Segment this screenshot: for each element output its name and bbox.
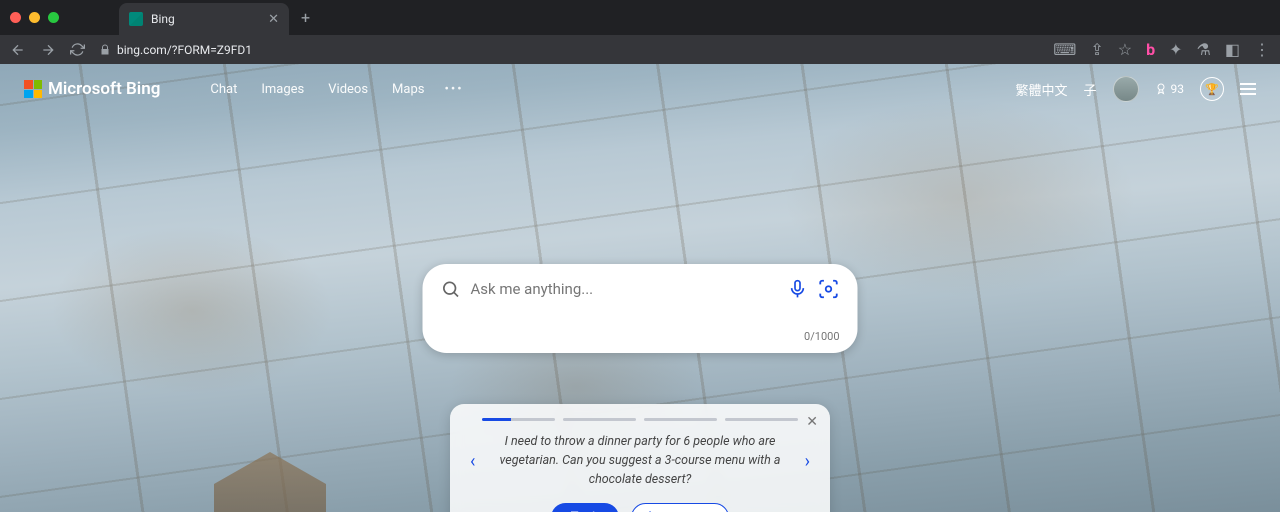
reload-button[interactable]	[70, 42, 85, 57]
microsoft-logo-icon	[24, 80, 42, 98]
promo-bar-1[interactable]	[482, 418, 555, 421]
search-icon	[441, 279, 461, 299]
bookmark-icon[interactable]: ☆	[1118, 40, 1132, 59]
bing-logo[interactable]: Microsoft Bing	[24, 79, 160, 99]
rewards-points[interactable]: 93	[1155, 82, 1185, 96]
browser-tab[interactable]: Bing ✕	[119, 3, 289, 35]
nav-chat[interactable]: Chat	[210, 82, 237, 97]
promo-text: I need to throw a dinner party for 6 peo…	[485, 433, 794, 489]
nav-links: Chat Images Videos Maps	[210, 82, 424, 97]
window-controls	[10, 12, 59, 23]
tab-title: Bing	[151, 12, 175, 26]
new-tab-button[interactable]: +	[301, 8, 310, 27]
chevron-left-icon[interactable]: ‹	[466, 447, 479, 476]
camera-search-icon[interactable]	[818, 278, 840, 300]
panel-icon[interactable]: ◧	[1225, 40, 1240, 59]
back-button[interactable]	[10, 42, 26, 58]
bing-header: Microsoft Bing Chat Images Videos Maps •…	[0, 64, 1280, 114]
url-text: bing.com/?FORM=Z9FD1	[117, 43, 252, 57]
promo-card: ✕ ‹ I need to throw a dinner party for 6…	[450, 404, 830, 512]
try-it-button[interactable]: Try it	[551, 503, 620, 512]
medal-icon	[1155, 83, 1167, 95]
extension-icons: ⌨ ⇪ ☆ b ✦ ⚗ ◧ ⋮	[1053, 40, 1270, 59]
search-box[interactable]: 0/1000	[423, 264, 858, 353]
extensions-icon[interactable]: ✦	[1169, 40, 1182, 59]
chevron-right-icon[interactable]: ›	[801, 447, 814, 476]
close-window-button[interactable]	[10, 12, 21, 23]
promo-progress	[466, 418, 814, 421]
browser-tabbar: Bing ✕ +	[0, 0, 1280, 35]
logo-text: Microsoft Bing	[48, 79, 160, 99]
avatar[interactable]	[1113, 76, 1139, 102]
nav-images[interactable]: Images	[261, 82, 304, 97]
hamburger-menu-icon[interactable]	[1240, 83, 1256, 95]
promo-bar-4[interactable]	[725, 418, 798, 421]
nav-more-icon[interactable]: •••	[444, 82, 463, 97]
bing-extension-icon[interactable]: b	[1146, 40, 1155, 59]
char-counter: 0/1000	[441, 330, 840, 343]
translate-icon[interactable]: ⌨	[1053, 40, 1076, 59]
tab-favicon	[129, 12, 143, 26]
close-icon[interactable]: ✕	[806, 414, 818, 430]
trophy-icon[interactable]: 🏆	[1200, 77, 1224, 101]
minimize-window-button[interactable]	[29, 12, 40, 23]
promo-bar-3[interactable]	[644, 418, 717, 421]
user-name-short[interactable]: 子	[1083, 80, 1096, 99]
address-bar[interactable]: bing.com/?FORM=Z9FD1	[99, 43, 252, 57]
browser-toolbar: bing.com/?FORM=Z9FD1 ⌨ ⇪ ☆ b ✦ ⚗ ◧ ⋮	[0, 35, 1280, 64]
lock-icon	[99, 44, 111, 56]
nav-maps[interactable]: Maps	[392, 82, 424, 97]
nav-videos[interactable]: Videos	[328, 82, 368, 97]
close-tab-icon[interactable]: ✕	[268, 12, 279, 27]
page-content: Microsoft Bing Chat Images Videos Maps •…	[0, 64, 1280, 512]
menu-icon[interactable]: ⋮	[1254, 40, 1270, 59]
promo-bar-2[interactable]	[563, 418, 636, 421]
search-input[interactable]	[471, 280, 778, 298]
flask-icon[interactable]: ⚗	[1197, 40, 1211, 59]
learn-more-button[interactable]: Learn more	[631, 503, 729, 512]
maximize-window-button[interactable]	[48, 12, 59, 23]
language-selector[interactable]: 繁體中文	[1015, 80, 1067, 99]
share-icon[interactable]: ⇪	[1090, 40, 1103, 59]
forward-button[interactable]	[40, 42, 56, 58]
microphone-icon[interactable]	[788, 279, 808, 299]
